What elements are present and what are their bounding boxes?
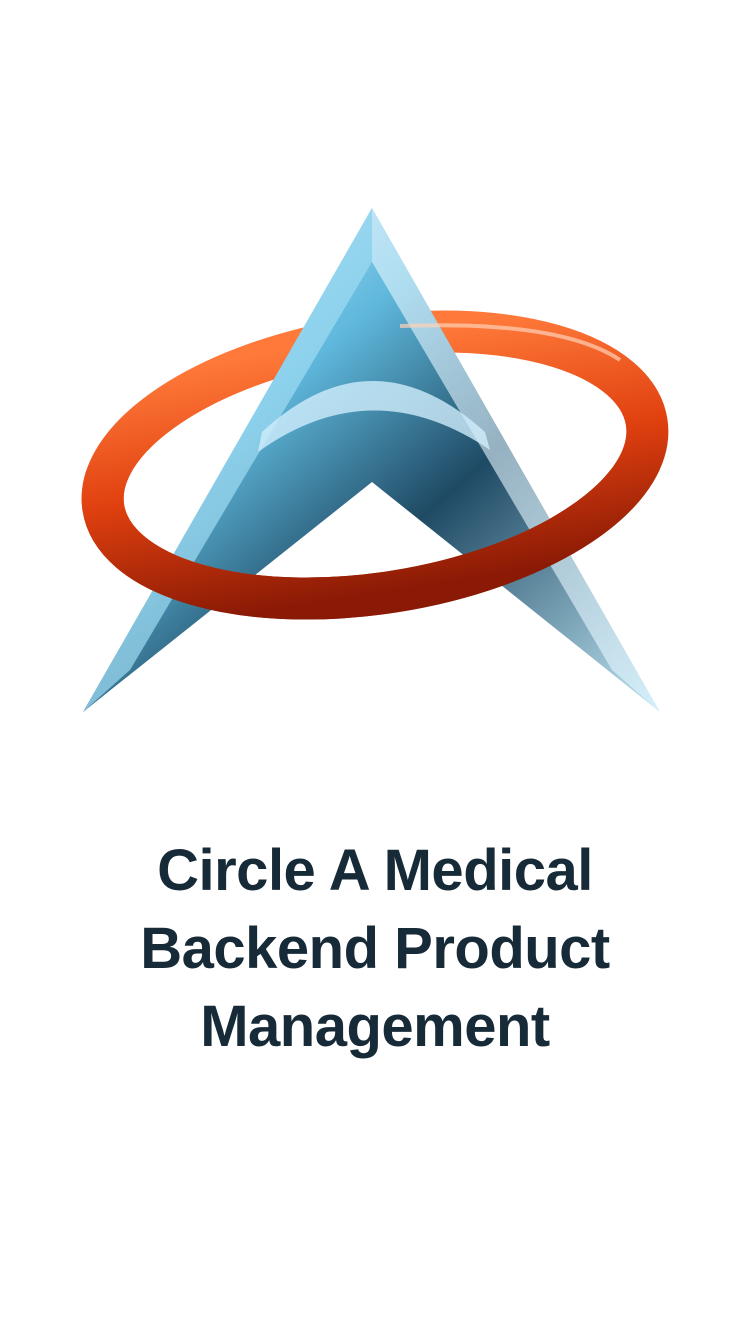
title-line-2: Backend Product — [140, 916, 610, 981]
title-line-3: Management — [200, 994, 550, 1059]
app-logo — [81, 208, 669, 712]
app-title: Circle A Medical Backend Product Managem… — [0, 832, 750, 1066]
title-line-1: Circle A Medical — [157, 838, 593, 903]
triangle-a-icon — [83, 208, 660, 712]
